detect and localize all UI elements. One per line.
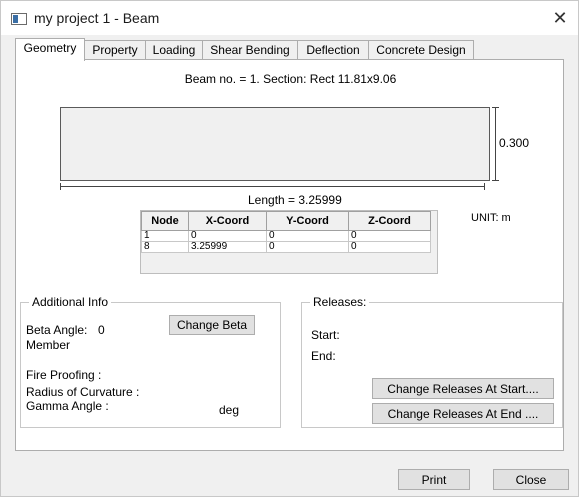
gamma-angle-label: Gamma Angle : (26, 399, 109, 413)
release-end-label: End: (311, 349, 336, 363)
height-dimension-tick-bottom (492, 180, 499, 181)
height-dimension-line (495, 107, 496, 181)
length-dimension-tick-left (60, 183, 61, 190)
releases-legend: Releases: (310, 295, 370, 309)
fire-proofing-label: Fire Proofing : (26, 368, 102, 382)
column-header-x-coord[interactable]: X-Coord (188, 211, 267, 231)
beta-angle-label: Beta Angle: (26, 323, 88, 337)
tab-shear-bending[interactable]: Shear Bending (202, 40, 298, 60)
change-releases-end-button[interactable]: Change Releases At End .... (372, 403, 554, 424)
beam-height-label: 0.300 (499, 136, 530, 150)
length-dimension-line (60, 186, 485, 187)
table-cell[interactable]: 0 (266, 241, 349, 253)
beam-section-info: Beam no. = 1. Section: Rect 11.81x9.06 (184, 72, 397, 86)
beam-length-label: Length = 3.25999 (248, 193, 342, 207)
column-header-y-coord[interactable]: Y-Coord (266, 211, 349, 231)
tab-loading[interactable]: Loading (145, 40, 203, 60)
beam-elevation-drawing (60, 107, 490, 181)
close-icon[interactable]: ✕ (549, 7, 571, 29)
additional-info-group: Additional Info Beta Angle: 0 Member Cha… (20, 295, 281, 428)
change-beta-button[interactable]: Change Beta (169, 315, 255, 335)
table-row: 1 0 0 0 (141, 230, 431, 242)
tab-concrete-design[interactable]: Concrete Design (368, 40, 474, 60)
unit-label: UNIT: m (471, 212, 511, 224)
column-header-z-coord[interactable]: Z-Coord (348, 211, 431, 231)
length-dimension-tick-right (484, 183, 485, 190)
height-dimension-tick-top (492, 107, 499, 108)
print-button[interactable]: Print (398, 469, 470, 490)
table-cell[interactable]: 0 (266, 230, 349, 242)
close-button[interactable]: Close (493, 469, 569, 490)
gamma-angle-unit: deg (219, 403, 240, 417)
table-cell[interactable]: 0 (188, 230, 267, 242)
additional-info-legend: Additional Info (29, 295, 112, 309)
tab-geometry[interactable]: Geometry (15, 38, 85, 61)
column-header-node[interactable]: Node (141, 211, 189, 231)
beam-dialog-window: my project 1 - Beam ✕ Geometry Property … (0, 0, 579, 497)
table-cell[interactable]: 0 (348, 241, 431, 253)
title-bar: my project 1 - Beam ✕ (1, 1, 578, 35)
geometry-panel: Beam no. = 1. Section: Rect 11.81x9.06 0… (15, 59, 564, 451)
table-cell[interactable]: 8 (141, 241, 189, 253)
tab-property[interactable]: Property (84, 40, 146, 60)
tab-deflection[interactable]: Deflection (297, 40, 369, 60)
release-start-label: Start: (311, 328, 340, 342)
table-row: 8 3.25999 0 0 (141, 241, 431, 253)
member-label: Member (26, 338, 71, 352)
change-releases-start-button[interactable]: Change Releases At Start.... (372, 378, 554, 399)
window-title: my project 1 - Beam (34, 10, 160, 26)
tab-strip: Geometry Property Loading Shear Bending … (15, 38, 560, 61)
radius-of-curvature-label: Radius of Curvature : (26, 385, 140, 399)
table-cell[interactable]: 1 (141, 230, 189, 242)
table-cell[interactable]: 0 (348, 230, 431, 242)
node-coordinate-table[interactable]: Node X-Coord Y-Coord Z-Coord 1 0 0 0 8 3… (140, 210, 438, 274)
table-cell[interactable]: 3.25999 (188, 241, 267, 253)
releases-group: Releases: Start: End: Change Releases At… (301, 295, 563, 428)
table-header-row: Node X-Coord Y-Coord Z-Coord (141, 211, 431, 231)
window-app-icon (11, 13, 27, 25)
beta-angle-value: 0 (98, 323, 105, 337)
